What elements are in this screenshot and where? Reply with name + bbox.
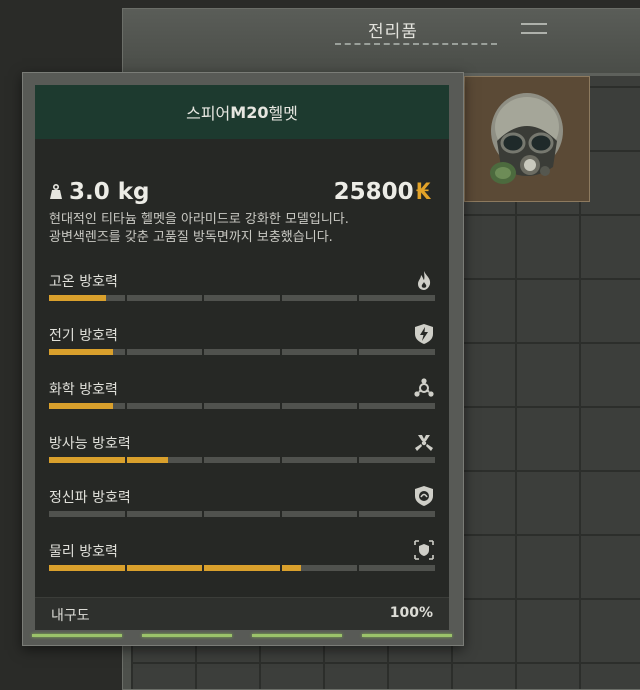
stat-label: 방사능 방호력 [49, 436, 131, 452]
loot-title-underline [335, 43, 497, 47]
stat-bar-segment [49, 511, 125, 517]
stat-bar-segment [359, 295, 435, 301]
stat-bar-fill [49, 565, 125, 571]
item-name-prefix: 스피어 [186, 104, 231, 123]
durability-indicator [22, 626, 462, 644]
stat-bar-segment [49, 565, 125, 571]
armor-icon [414, 540, 434, 560]
item-tooltip: 스피어 M20 헬멧 3.0 kg 25800 ₭ 현대적인 티타늄 헬멧을 아… [22, 72, 464, 646]
stat-bar-fill [49, 457, 125, 463]
chemical-icon [414, 378, 434, 397]
stat-bar-segment [49, 403, 125, 409]
durability-segment [142, 633, 232, 637]
stat-bar [49, 565, 435, 571]
loot-title: 전리품 [368, 22, 418, 42]
item-description: 현대적인 티타늄 헬멧을 아라미드로 강화한 모델입니다. 광변색렌즈를 갖춘 … [49, 212, 349, 245]
stat-bar-fill [204, 565, 280, 571]
stat-bar-segment [359, 511, 435, 517]
stat-label: 화학 방호력 [49, 382, 118, 398]
stat-bar-segment [281, 511, 358, 517]
stat-label: 정신파 방호력 [49, 490, 131, 506]
stat-bar [49, 349, 435, 355]
stat-bar-fill [126, 565, 203, 571]
durability-label: 내구도 [51, 608, 90, 624]
stat-bar [49, 295, 435, 301]
radiation-icon [415, 435, 433, 451]
currency-icon: ₭ [415, 179, 431, 205]
stat-bar-segment [204, 403, 280, 409]
item-name-model: M20 [230, 102, 269, 122]
stat-row-thermal: 고온 방호력 [49, 271, 435, 311]
stat-bar [49, 403, 435, 409]
stat-bar-segment [49, 349, 125, 355]
stat-bar-segment [126, 457, 203, 463]
stat-bar-segment [359, 565, 435, 571]
stat-bar [49, 511, 435, 517]
gas-mask-helmet-icon [490, 93, 563, 184]
stat-label: 물리 방호력 [49, 544, 118, 560]
stat-bar-segment [49, 457, 125, 463]
stat-bar-segment [49, 295, 125, 301]
stat-bar-segment [126, 349, 203, 355]
stat-bar-segment [281, 349, 358, 355]
item-name-suffix: 헬멧 [268, 104, 298, 123]
item-name: 스피어 M20 헬멧 [35, 85, 449, 139]
stat-bar-segment [281, 403, 358, 409]
lightning-shield-icon [415, 324, 433, 344]
stat-bar-fill [49, 295, 106, 301]
durability-segment [252, 633, 342, 637]
drag-handle-icon[interactable] [521, 23, 547, 34]
stat-row-chemical: 화학 방호력 [49, 378, 435, 419]
stat-label: 고온 방호력 [49, 274, 118, 290]
stat-bar-segment [359, 403, 435, 409]
stat-bar-fill [49, 403, 114, 409]
item-price: 25800 ₭ [334, 179, 431, 205]
stat-row-psy: 정신파 방호력 [49, 486, 435, 527]
stat-bar-segment [204, 565, 280, 571]
stat-bar-segment [281, 457, 358, 463]
stat-bar-segment [126, 403, 203, 409]
stat-row-electric: 전기 방호력 [49, 324, 435, 365]
stat-bar [49, 457, 435, 463]
stat-bar-segment [126, 295, 203, 301]
weight-value: 3.0 kg [69, 179, 150, 205]
stat-bar-segment [126, 511, 203, 517]
stat-bar-segment [359, 457, 435, 463]
stat-bar-segment [281, 565, 358, 571]
durability-segment [32, 633, 122, 637]
stat-bar-segment [204, 457, 280, 463]
stat-row-radiation: 방사능 방호력 [49, 433, 435, 473]
stat-bar-segment [126, 565, 203, 571]
durability-value: 100% [389, 605, 433, 621]
psy-shield-icon [415, 486, 433, 506]
stat-bar-fill [126, 457, 169, 463]
loot-item-slot-helmet[interactable] [464, 76, 590, 202]
stat-label: 전기 방호력 [49, 328, 118, 344]
stat-bar-fill [281, 565, 301, 571]
stat-bar-segment [281, 295, 358, 301]
item-weight: 3.0 kg [49, 179, 150, 205]
stat-bar-segment [359, 349, 435, 355]
stat-bar-fill [49, 349, 114, 355]
fire-icon [418, 271, 431, 290]
tooltip-body: 스피어 M20 헬멧 3.0 kg 25800 ₭ 현대적인 티타늄 헬멧을 아… [35, 85, 449, 630]
price-value: 25800 [333, 179, 414, 205]
stat-row-physical: 물리 방호력 [49, 540, 435, 581]
stat-bar-segment [204, 295, 280, 301]
weight-icon [50, 184, 62, 199]
stat-bar-segment [204, 349, 280, 355]
durability-segment [362, 633, 452, 637]
stat-bar-segment [204, 511, 280, 517]
loot-header: 전리품 [123, 9, 640, 73]
